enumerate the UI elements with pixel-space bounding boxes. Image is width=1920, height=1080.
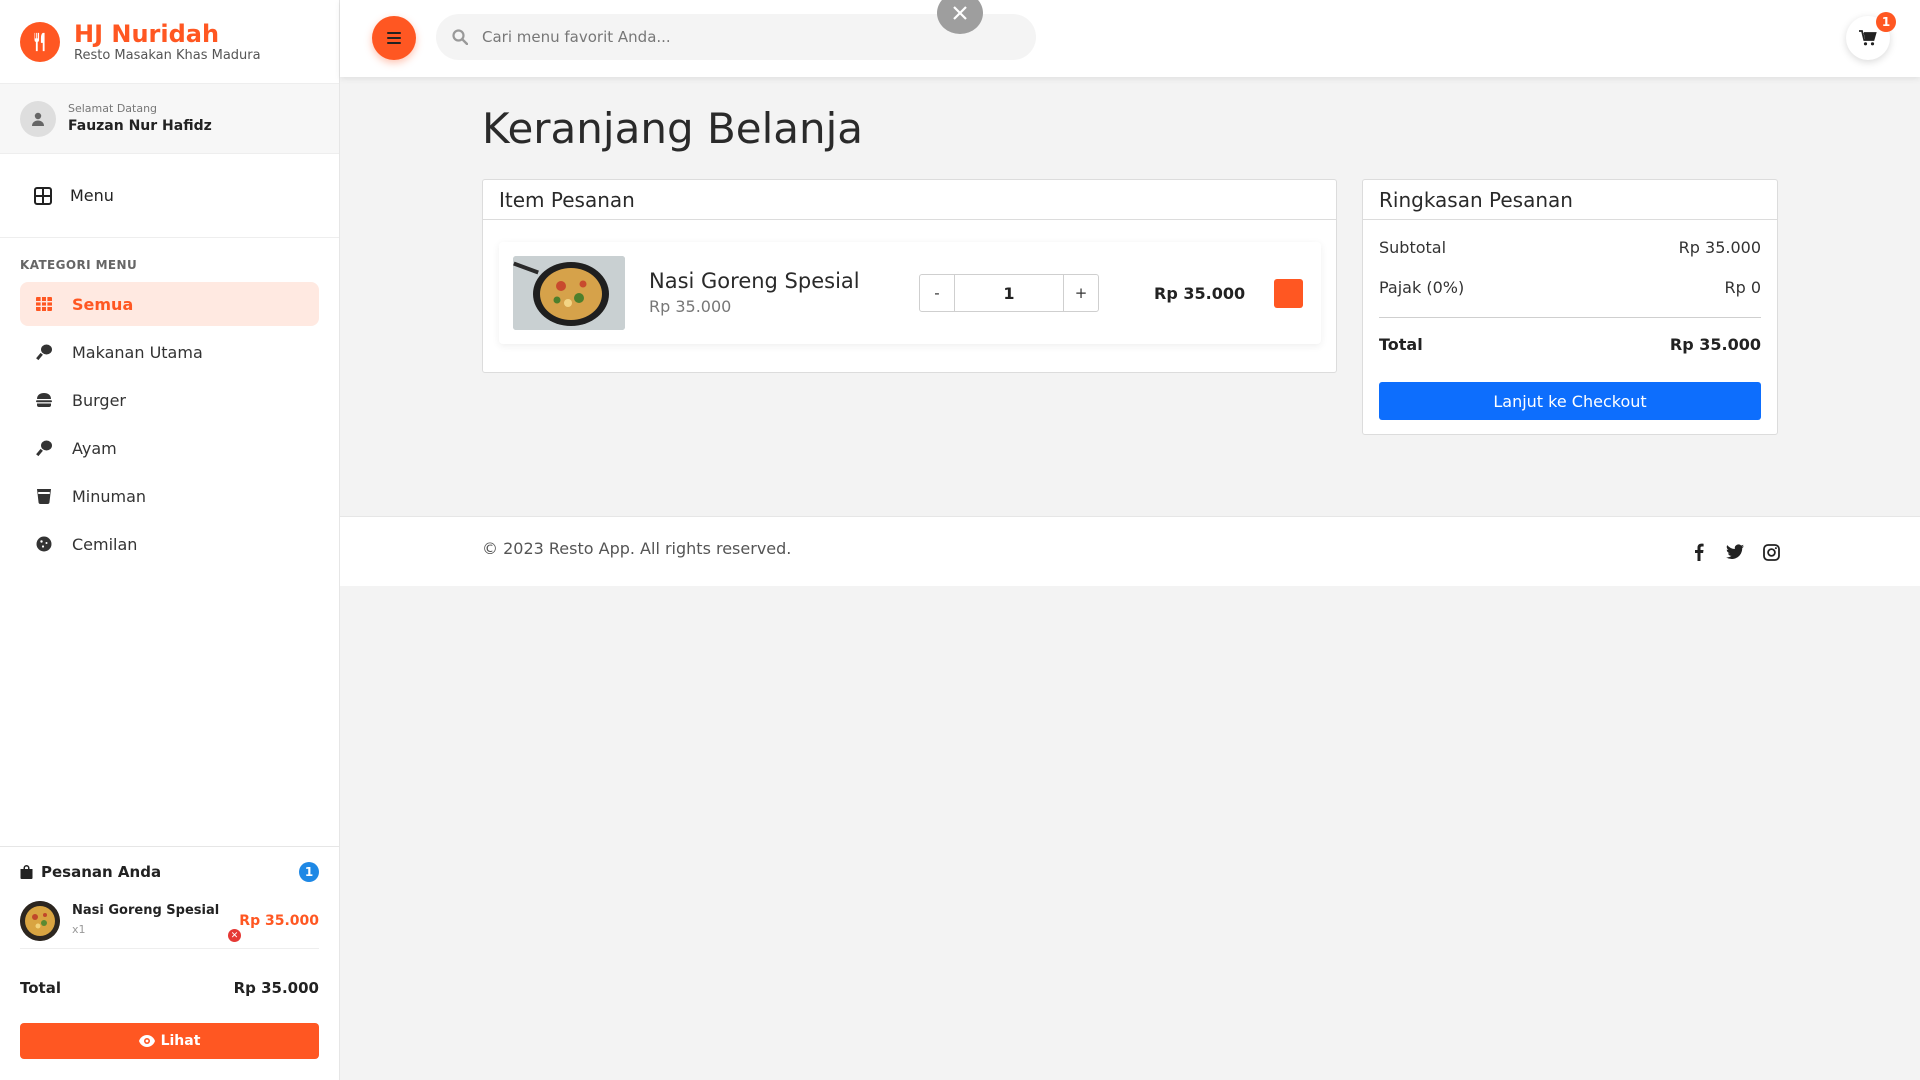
order-item-thumbnail	[20, 900, 60, 941]
subtotal-row: Subtotal Rp 35.000	[1379, 238, 1761, 257]
footer-copyright: © 2023 Resto App. All rights reserved.	[482, 539, 792, 558]
instagram-icon[interactable]	[1762, 543, 1780, 561]
brand[interactable]: HJ Nuridah Resto Masakan Khas Madura	[0, 0, 339, 84]
category-item-burger[interactable]: Burger	[20, 378, 319, 422]
category-label: Ayam	[72, 438, 117, 458]
facebook-icon[interactable]	[1690, 543, 1708, 561]
brand-title: HJ Nuridah	[74, 19, 220, 48]
item-image	[513, 256, 625, 330]
view-order-button[interactable]: Lihat	[20, 1023, 319, 1059]
order-panel-title: Pesanan Anda	[41, 863, 162, 881]
subtotal-value: Rp 35.000	[1678, 238, 1761, 257]
table-icon	[34, 186, 52, 205]
nav-menu-label: Menu	[70, 186, 114, 205]
tax-value: Rp 0	[1724, 278, 1761, 297]
qty-decrease-button[interactable]: -	[920, 275, 954, 311]
cup-icon	[34, 488, 54, 504]
category-item-ayam[interactable]: Ayam	[20, 426, 319, 470]
drumstick-icon	[34, 439, 54, 457]
checkout-button[interactable]: Lanjut ke Checkout	[1379, 382, 1761, 420]
topbar: 1	[340, 0, 1920, 77]
social-links	[1690, 543, 1780, 561]
order-total-label: Total	[20, 979, 61, 997]
search-input[interactable]	[482, 28, 982, 46]
order-total-value: Rp 35.000	[233, 979, 319, 997]
sidebar-toggle-button[interactable]	[372, 16, 416, 60]
summary-card: Ringkasan Pesanan Subtotal Rp 35.000 Paj…	[1362, 179, 1778, 435]
item-unit-price: Rp 35.000	[649, 297, 732, 316]
category-list: Semua Makanan Utama Burger Ayam Minuman	[0, 282, 339, 566]
order-panel: Pesanan Anda 1 Nasi Goreng Spesial x1 ✕ …	[0, 846, 339, 1080]
item-total: Rp 35.000	[1154, 283, 1246, 303]
category-item-cemilan[interactable]: Cemilan	[20, 522, 319, 566]
nav-menu-link[interactable]: Menu	[34, 186, 114, 205]
quantity-stepper: - 1 +	[919, 274, 1099, 312]
user-greeting: Selamat Datang	[68, 102, 158, 115]
total-value: Rp 35.000	[1669, 335, 1761, 354]
sidebar: HJ Nuridah Resto Masakan Khas Madura Sel…	[0, 0, 340, 1080]
cart-item-row: Nasi Goreng Spesial Rp 35.000 - 1 + Rp 3…	[499, 242, 1321, 344]
nav-menu: Menu	[0, 154, 339, 238]
category-label: Minuman	[72, 486, 147, 506]
items-card: Item Pesanan Nasi Goreng Spesial Rp 35.0…	[482, 179, 1337, 373]
footer: © 2023 Resto App. All rights reserved.	[340, 516, 1920, 586]
total-label: Total	[1379, 335, 1423, 354]
drumstick-icon	[34, 343, 54, 361]
category-label: Makanan Utama	[72, 342, 203, 362]
order-count-badge: 1	[299, 862, 319, 882]
cookie-icon	[34, 536, 54, 552]
item-name: Nasi Goreng Spesial	[649, 269, 860, 293]
remove-item-icon[interactable]: ✕	[228, 929, 241, 942]
cart-count-badge: 1	[1876, 12, 1896, 32]
view-order-label: Lihat	[160, 1033, 201, 1049]
category-item-minuman[interactable]: Minuman	[20, 474, 319, 518]
tax-label: Pajak (0%)	[1379, 278, 1465, 297]
user-box: Selamat Datang Fauzan Nur Hafidz	[0, 84, 339, 154]
category-title: KATEGORI MENU	[20, 258, 138, 272]
user-avatar-icon	[20, 100, 56, 137]
order-item-price: Rp 35.000	[239, 912, 319, 929]
user-name: Fauzan Nur Hafidz	[68, 118, 212, 134]
close-icon	[953, 6, 967, 20]
category-label: Burger	[72, 390, 126, 410]
delete-item-button[interactable]	[1274, 278, 1303, 308]
hamburger-icon	[387, 32, 401, 44]
order-panel-header: Pesanan Anda 1	[20, 861, 319, 883]
summary-divider	[1379, 317, 1761, 318]
cart-button[interactable]: 1	[1846, 12, 1896, 60]
utensils-icon	[20, 21, 60, 62]
search-icon	[452, 29, 468, 45]
category-label: Semua	[72, 294, 134, 314]
category-item-makanan-utama[interactable]: Makanan Utama	[20, 330, 319, 374]
shopping-bag-icon	[20, 865, 33, 879]
grid-icon	[34, 297, 54, 311]
burger-icon	[34, 393, 54, 407]
order-item-qty: x1	[72, 922, 86, 936]
items-card-title: Item Pesanan	[483, 180, 1336, 220]
category-label: Cemilan	[72, 534, 138, 554]
qty-increase-button[interactable]: +	[1064, 275, 1098, 311]
order-item-name: Nasi Goreng Spesial	[72, 902, 220, 918]
category-item-semua[interactable]: Semua	[20, 282, 319, 326]
summary-card-title: Ringkasan Pesanan	[1363, 180, 1777, 220]
twitter-icon[interactable]	[1726, 543, 1744, 561]
qty-input[interactable]: 1	[954, 275, 1064, 311]
eye-icon	[138, 1035, 155, 1047]
page-title: Keranjang Belanja	[482, 104, 864, 153]
order-panel-item: Nasi Goreng Spesial x1 ✕ Rp 35.000	[20, 900, 319, 949]
total-row: Total Rp 35.000	[1379, 335, 1761, 354]
subtotal-label: Subtotal	[1379, 238, 1447, 257]
brand-subtitle: Resto Masakan Khas Madura	[74, 47, 261, 63]
tax-row: Pajak (0%) Rp 0	[1379, 278, 1761, 297]
cart-icon	[1859, 30, 1877, 46]
order-panel-total: Total Rp 35.000	[20, 979, 319, 997]
